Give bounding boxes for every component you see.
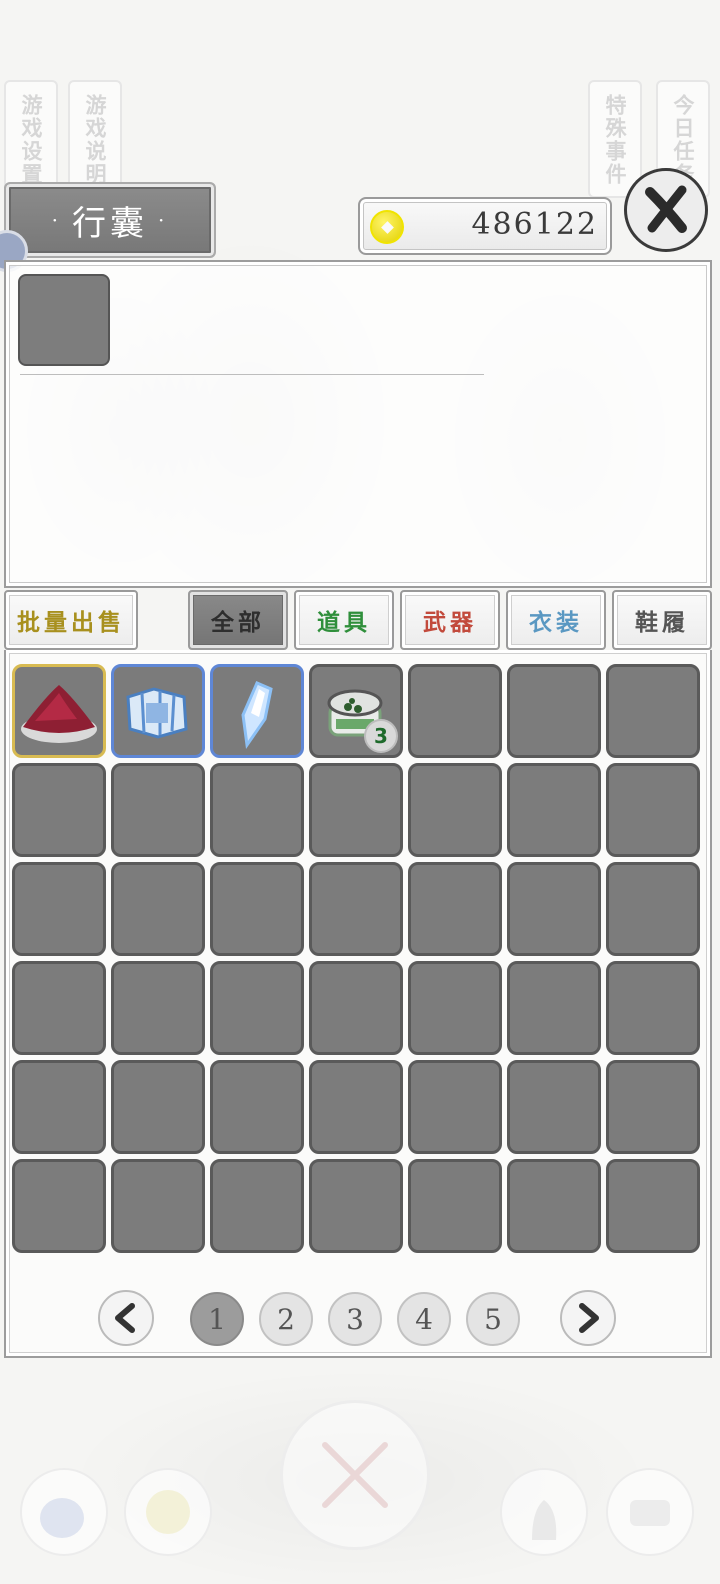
inventory-slot[interactable] — [210, 862, 304, 956]
inventory-slot[interactable] — [507, 664, 601, 758]
character-nav-icon — [500, 1468, 588, 1556]
tab-items[interactable]: 道具 — [294, 590, 394, 650]
prev-page-button[interactable] — [98, 1290, 154, 1346]
selected-item-preview — [18, 274, 110, 366]
inventory-slot[interactable] — [606, 664, 700, 758]
inventory-slot[interactable] — [309, 1159, 403, 1253]
inventory-slot[interactable] — [12, 664, 106, 758]
close-button[interactable] — [624, 168, 708, 252]
tab-clothing-label: 衣装 — [529, 609, 583, 636]
page-title-text: 行囊 — [72, 203, 148, 244]
tab-shoes-label: 鞋履 — [635, 609, 689, 636]
page-5-button[interactable]: 5 — [466, 1292, 520, 1346]
next-page-button[interactable] — [560, 1290, 616, 1346]
page-2-button[interactable]: 2 — [259, 1292, 313, 1346]
battle-nav-icon — [280, 1400, 430, 1550]
inventory-slot[interactable] — [12, 1159, 106, 1253]
close-icon — [645, 185, 687, 233]
inventory-slot[interactable] — [606, 961, 700, 1055]
inventory-slot[interactable] — [12, 1060, 106, 1154]
blue-scroll-map-icon — [114, 667, 202, 755]
tab-game-guide[interactable]: 游戏说明 — [68, 80, 122, 198]
inventory-slot[interactable] — [210, 763, 304, 857]
inventory-slot[interactable] — [210, 1159, 304, 1253]
coin-icon — [370, 210, 404, 244]
inventory-slot[interactable] — [507, 961, 601, 1055]
inventory-slot[interactable] — [408, 1060, 502, 1154]
tab-weapons[interactable]: 武器 — [400, 590, 500, 650]
inventory-slot[interactable] — [210, 664, 304, 758]
currency-display: 486122 — [358, 197, 612, 255]
tab-weapons-label: 武器 — [423, 609, 477, 636]
divider — [20, 374, 484, 375]
inventory-slot[interactable] — [408, 862, 502, 956]
inventory-slot[interactable] — [408, 664, 502, 758]
coin-nav-icon — [124, 1468, 212, 1556]
scroll-nav-icon — [606, 1468, 694, 1556]
inventory-slot[interactable] — [111, 763, 205, 857]
inventory-slot[interactable] — [111, 961, 205, 1055]
inventory-slot[interactable] — [210, 1060, 304, 1154]
inventory-slot[interactable] — [111, 664, 205, 758]
category-tabbar: 批量出售 全部 道具 武器 衣装 鞋履 — [0, 590, 720, 650]
page-1-button[interactable]: 1 — [190, 1292, 244, 1346]
inventory-slot[interactable] — [606, 1060, 700, 1154]
inventory-slot[interactable] — [606, 862, 700, 956]
tab-all[interactable]: 全部 — [188, 590, 288, 650]
red-powder-pile-icon — [15, 667, 103, 755]
inventory-slot[interactable] — [507, 862, 601, 956]
tab-special-events[interactable]: 特殊事件 — [588, 80, 642, 198]
page-3-button[interactable]: 3 — [328, 1292, 382, 1346]
tab-clothing[interactable]: 衣装 — [506, 590, 606, 650]
bag-nav-icon — [20, 1468, 108, 1556]
inventory-slot[interactable] — [408, 961, 502, 1055]
inventory-slot[interactable] — [111, 1060, 205, 1154]
currency-value: 486122 — [471, 207, 598, 242]
inventory-slot[interactable] — [111, 862, 205, 956]
item-detail-panel — [4, 260, 712, 588]
chevron-right-icon — [579, 1303, 599, 1333]
inventory-slot[interactable] — [111, 1159, 205, 1253]
item-count-badge: 3 — [364, 719, 398, 753]
tab-all-label: 全部 — [211, 609, 265, 636]
title-decor-right: · — [158, 208, 169, 232]
inventory-slot[interactable] — [309, 1060, 403, 1154]
page-title: · 行囊 · — [4, 182, 216, 258]
inventory-slot[interactable] — [309, 862, 403, 956]
inventory-slot[interactable] — [309, 763, 403, 857]
inventory-slot[interactable] — [606, 763, 700, 857]
inventory-slot[interactable] — [408, 763, 502, 857]
inventory-slot[interactable] — [606, 1159, 700, 1253]
inventory-slot[interactable] — [12, 961, 106, 1055]
batch-sell-button[interactable]: 批量出售 — [4, 590, 138, 650]
inventory-slot[interactable] — [507, 1159, 601, 1253]
title-decor-left: · — [51, 208, 62, 232]
inventory-slot[interactable] — [210, 961, 304, 1055]
inventory-slot[interactable] — [507, 1060, 601, 1154]
tab-game-settings[interactable]: 游戏设置 — [4, 80, 58, 198]
inventory-slot[interactable] — [507, 763, 601, 857]
chevron-left-icon — [115, 1303, 135, 1333]
inventory-slot[interactable] — [408, 1159, 502, 1253]
page-4-button[interactable]: 4 — [397, 1292, 451, 1346]
inventory-slot[interactable] — [12, 763, 106, 857]
blue-crystal-shard-icon — [213, 667, 301, 755]
batch-sell-label: 批量出售 — [17, 609, 125, 636]
tab-items-label: 道具 — [317, 609, 371, 636]
inventory-slot[interactable] — [12, 862, 106, 956]
inventory-slot[interactable] — [309, 961, 403, 1055]
tab-shoes[interactable]: 鞋履 — [612, 590, 712, 650]
inventory-slot[interactable]: 3 — [309, 664, 403, 758]
